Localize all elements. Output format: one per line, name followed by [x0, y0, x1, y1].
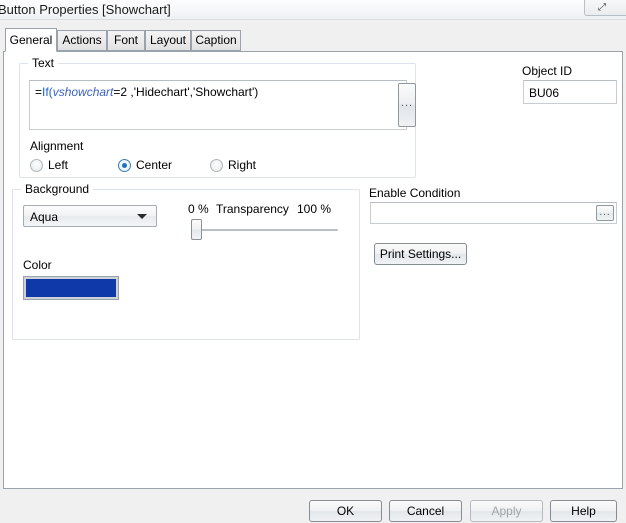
dialog-footer: OK Cancel Apply Help	[0, 490, 626, 523]
expression-variable: vshowchart	[52, 85, 114, 99]
text-expression-browse-label: ...	[400, 97, 414, 109]
apply-button-label: Apply	[491, 504, 522, 518]
title-bar: Button Properties [Showchart] ⤢	[0, 0, 626, 20]
object-id-field[interactable]: BU06	[523, 80, 617, 104]
transparency-slider-track[interactable]	[195, 229, 338, 231]
radio-center-indicator	[118, 159, 131, 172]
text-group: Text =If(vshowchart=2 ,'Hidechart','Show…	[19, 56, 416, 178]
help-button-label: Help	[571, 504, 596, 518]
alignment-radio-right-label: Right	[228, 158, 257, 172]
tab-caption[interactable]: Caption	[191, 30, 241, 51]
transparency-max-label: 100 %	[297, 202, 332, 216]
color-label: Color	[23, 258, 52, 272]
restore-button[interactable]: ⤢	[584, 0, 626, 16]
print-settings-label: Print Settings...	[379, 247, 462, 261]
transparency-label: Transparency	[216, 202, 289, 216]
alignment-radio-left-label: Left	[48, 158, 69, 172]
background-style-value: Aqua	[30, 210, 59, 224]
tab-font-label: Font	[113, 33, 138, 47]
tab-caption-label: Caption	[195, 33, 237, 47]
button-properties-dialog: Button Properties [Showchart] ⤢ General …	[0, 0, 626, 523]
window-title: Button Properties [Showchart]	[0, 2, 171, 17]
background-style-combo[interactable]: Aqua	[23, 205, 157, 227]
tab-actions-label: Actions	[62, 33, 102, 47]
transparency-min-label: 0 %	[188, 202, 209, 216]
ok-button[interactable]: OK	[309, 500, 382, 522]
chevron-down-icon	[137, 214, 147, 219]
ok-button-label: OK	[336, 504, 355, 518]
tab-general[interactable]: General	[5, 28, 57, 52]
radio-right-indicator	[210, 159, 223, 172]
restore-icon: ⤢	[598, 2, 606, 13]
tab-actions[interactable]: Actions	[57, 30, 107, 51]
background-group-label: Background	[21, 182, 94, 196]
radio-left-indicator	[30, 159, 43, 172]
general-tab-panel: Text =If(vshowchart=2 ,'Hidechart','Show…	[3, 51, 623, 489]
print-settings-button[interactable]: Print Settings...	[374, 243, 467, 265]
expression-prefix: =	[35, 85, 43, 99]
alignment-label: Alignment	[30, 139, 84, 153]
enable-condition-field[interactable]	[370, 202, 617, 224]
help-button[interactable]: Help	[550, 500, 617, 522]
color-swatch[interactable]	[23, 276, 119, 300]
apply-button: Apply	[470, 500, 543, 522]
alignment-radio-center-label: Center	[136, 158, 173, 172]
text-expression-field[interactable]: =If(vshowchart=2 ,'Hidechart','Showchart…	[29, 80, 407, 130]
enable-condition-label: Enable Condition	[369, 186, 461, 200]
tab-strip: General Actions Font Layout Caption	[0, 20, 626, 52]
enable-condition-browse-button[interactable]: ...	[596, 205, 614, 221]
object-id-value: BU06	[529, 86, 560, 100]
enable-condition-browse-label: ...	[599, 207, 611, 218]
tab-layout[interactable]: Layout	[145, 30, 191, 51]
cancel-button-label: Cancel	[406, 504, 445, 518]
text-expression-browse-button[interactable]: ...	[398, 83, 416, 127]
cancel-button[interactable]: Cancel	[389, 500, 462, 522]
transparency-slider-thumb[interactable]	[191, 219, 202, 240]
text-expression-value: =If(vshowchart=2 ,'Hidechart','Showchart…	[35, 85, 258, 99]
tab-font[interactable]: Font	[107, 30, 145, 51]
object-id-label: Object ID	[522, 64, 573, 78]
text-group-label: Text	[28, 56, 59, 70]
expression-suffix: =2 ,'Hidechart','Showchart')	[113, 85, 259, 99]
tab-general-label: General	[9, 33, 53, 47]
background-group: Background Aqua 0 % Transparency 100 % C…	[12, 182, 360, 340]
expression-function: If(	[42, 85, 53, 99]
tab-layout-label: Layout	[149, 33, 187, 47]
